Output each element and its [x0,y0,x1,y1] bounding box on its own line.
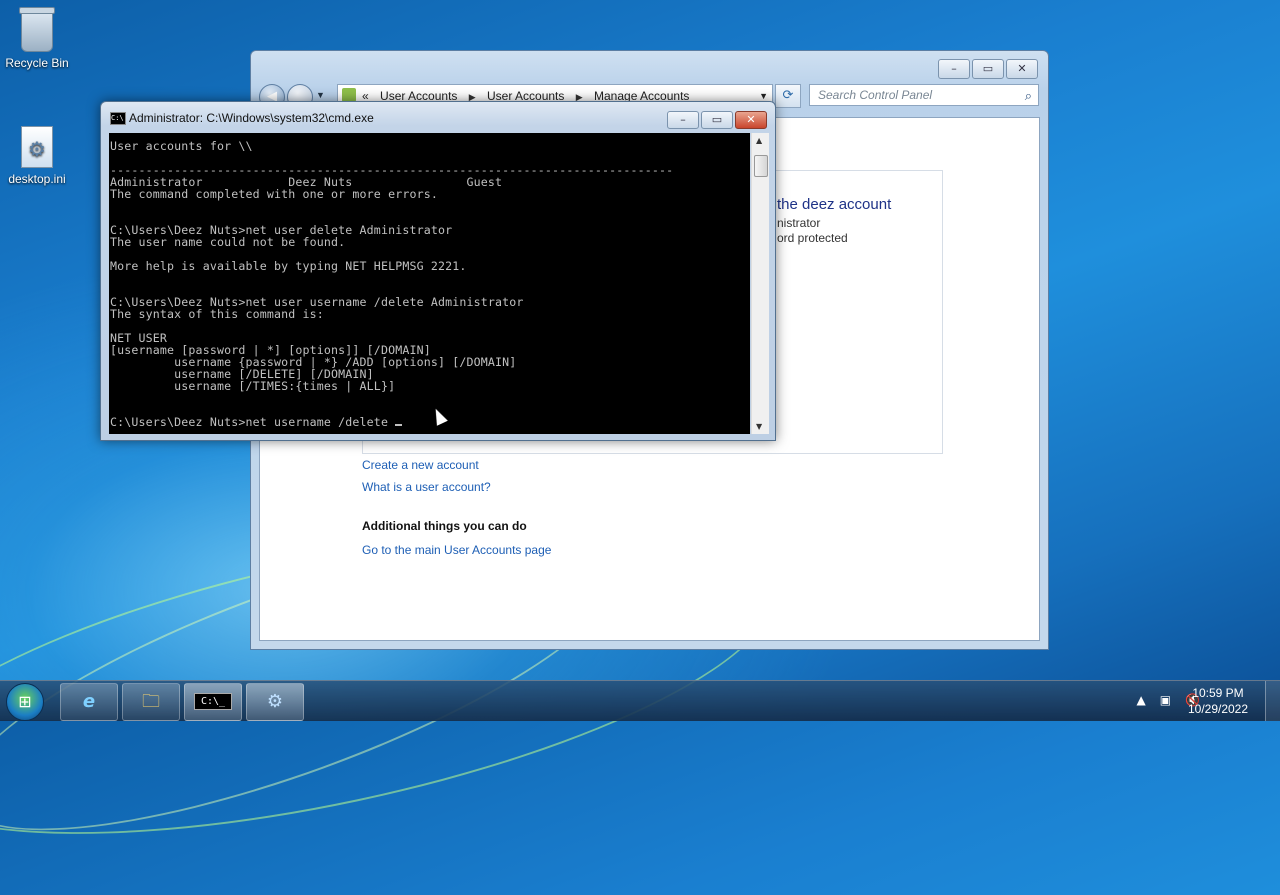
minimize-button[interactable]: – [667,111,699,129]
search-input[interactable]: Search Control Panel ⌕ [809,84,1039,106]
account-name: the deez account [777,196,892,213]
console-prompt-line[interactable]: C:\Users\Deez Nuts>net username /delete [110,415,395,429]
close-button[interactable]: ✕ [735,111,767,129]
window-controls: – ▭ ✕ [667,111,767,129]
taskbar-internet-explorer[interactable]: e [60,683,118,721]
scrollbar-thumb[interactable] [754,155,768,177]
clock-time: 10:59 PM [1192,686,1244,700]
create-account-link[interactable]: Create a new account [362,458,479,472]
clock-date: 10/29/2022 [1187,702,1249,716]
cmd-icon: C:\ [110,112,126,125]
console-text: User accounts for \\ -------------------… [110,139,674,429]
text-cursor [395,424,403,426]
show-desktop-button[interactable] [1265,681,1280,721]
taskbar-control-panel[interactable]: ⚙ [246,683,304,721]
desktop-icon-recycle-bin[interactable]: Recycle Bin [0,7,74,70]
folder-icon: 🗀 [142,691,160,712]
account-password-status: ord protected [777,231,848,245]
close-button[interactable]: ✕ [1006,59,1038,79]
recycle-bin-icon [19,7,55,52]
search-icon[interactable]: ⌕ [1025,87,1032,107]
search-placeholder: Search Control Panel [818,88,933,102]
recent-pages-dropdown[interactable]: ▼ [316,90,325,100]
desktop-icon-label: desktop.ini [8,172,66,186]
config-file-icon [21,126,53,168]
control-panel-icon [342,88,356,102]
desktop-icon-desktop-ini[interactable]: desktop.ini [0,126,74,186]
network-icon[interactable]: ▣ [1160,693,1171,707]
taskbar-command-prompt[interactable]: C:\_ [184,683,242,721]
what-is-account-link[interactable]: What is a user account? [362,480,491,494]
command-prompt-icon: C:\_ [193,693,233,710]
control-panel-icon: ⚙ [266,691,284,712]
maximize-button[interactable]: ▭ [701,111,733,129]
desktop-icon-label: Recycle Bin [5,56,69,70]
window-controls: – ▭ ✕ [938,59,1038,79]
show-hidden-icons-icon[interactable]: ▲ [1136,693,1145,707]
main-user-accounts-link[interactable]: Go to the main User Accounts page [362,543,551,557]
minimize-button[interactable]: – [938,59,970,79]
scroll-down-icon[interactable]: ▼ [756,422,762,431]
taskbar-file-explorer[interactable]: 🗀 [122,683,180,721]
additional-things-heading: Additional things you can do [362,519,527,533]
scroll-up-icon[interactable]: ▲ [756,136,762,145]
taskbar: ⊞ e 🗀 C:\_ ⚙ ▲ ▣ 🔇 10:59 PM 10/29/2022 [0,680,1280,721]
clock[interactable]: 10:59 PM 10/29/2022 [1178,685,1258,717]
start-button[interactable]: ⊞ [6,683,44,721]
refresh-button[interactable]: ⟳ [775,84,801,108]
internet-explorer-icon: e [82,691,96,712]
windows-start-icon: ⊞ [18,692,32,711]
account-type: nistrator [777,216,821,230]
vertical-scrollbar[interactable]: ▲ ▼ [751,133,769,434]
console-output[interactable]: User accounts for \\ -------------------… [109,133,750,434]
command-prompt-window: C:\ Administrator: C:\Windows\system32\c… [100,101,776,441]
maximize-button[interactable]: ▭ [972,59,1004,79]
window-title: Administrator: C:\Windows\system32\cmd.e… [129,111,374,125]
